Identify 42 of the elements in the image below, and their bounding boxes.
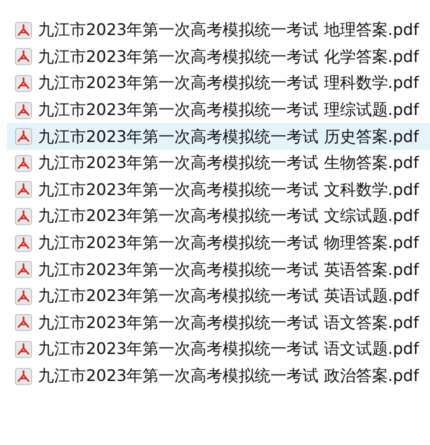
file-row[interactable]: 九江市2023年第一次高考模拟统一考试 英语试题.pdf bbox=[7, 282, 430, 310]
file-row[interactable]: 九江市2023年第一次高考模拟统一考试 政治答案.pdf bbox=[7, 362, 430, 390]
file-row[interactable]: 九江市2023年第一次高考模拟统一考试 理综试题.pdf bbox=[7, 96, 430, 124]
file-name: 九江市2023年第一次高考模拟统一考试 地理答案.pdf bbox=[38, 20, 419, 40]
file-name: 九江市2023年第一次高考模拟统一考试 化学答案.pdf bbox=[38, 46, 419, 67]
file-name: 九江市2023年第一次高考模拟统一考试 语文答案.pdf bbox=[38, 312, 419, 333]
file-row[interactable]: 九江市2023年第一次高考模拟统一考试 英语答案.pdf bbox=[7, 256, 430, 283]
pdf-icon bbox=[15, 368, 32, 385]
file-name: 九江市2023年第一次高考模拟统一考试 政治答案.pdf bbox=[38, 366, 419, 386]
file-name: 九江市2023年第一次高考模拟统一考试 物理答案.pdf bbox=[38, 233, 419, 254]
pdf-icon bbox=[15, 22, 32, 39]
pdf-icon bbox=[15, 314, 32, 332]
file-row[interactable]: 九江市2023年第一次高考模拟统一考试 理科数学.pdf bbox=[7, 70, 430, 97]
file-name: 九江市2023年第一次高考模拟统一考试 英语试题.pdf bbox=[38, 286, 419, 306]
file-row[interactable]: 九江市2023年第一次高考模拟统一考试 物理答案.pdf bbox=[7, 230, 430, 256]
file-name: 九江市2023年第一次高考模拟统一考试 生物答案.pdf bbox=[38, 153, 419, 174]
file-name: 九江市2023年第一次高考模拟统一考试 历史答案.pdf bbox=[38, 126, 419, 147]
pdf-icon bbox=[15, 261, 32, 278]
file-row[interactable]: 九江市2023年第一次高考模拟统一考试 地理答案.pdf bbox=[7, 17, 430, 44]
pdf-icon bbox=[15, 208, 32, 225]
pdf-icon bbox=[15, 288, 32, 305]
file-row[interactable]: 九江市2023年第一次高考模拟统一考试 语文试题.pdf bbox=[7, 336, 430, 363]
pdf-icon bbox=[15, 234, 32, 252]
file-name: 九江市2023年第一次高考模拟统一考试 语文试题.pdf bbox=[38, 339, 419, 360]
file-name: 九江市2023年第一次高考模拟统一考试 文科数学.pdf bbox=[38, 180, 419, 200]
file-name: 九江市2023年第一次高考模拟统一考试 文综试题.pdf bbox=[38, 206, 419, 226]
file-name: 九江市2023年第一次高考模拟统一考试 理综试题.pdf bbox=[38, 100, 419, 120]
file-row[interactable]: 九江市2023年第一次高考模拟统一考试 文科数学.pdf bbox=[7, 176, 430, 204]
pdf-icon bbox=[15, 181, 32, 198]
file-row[interactable]: 九江市2023年第一次高考模拟统一考试 生物答案.pdf bbox=[7, 150, 430, 177]
pdf-icon bbox=[15, 154, 32, 172]
pdf-icon bbox=[15, 74, 32, 92]
pdf-icon bbox=[15, 48, 32, 66]
file-name: 九江市2023年第一次高考模拟统一考试 英语答案.pdf bbox=[38, 260, 419, 280]
file-row[interactable]: 九江市2023年第一次高考模拟统一考试 化学答案.pdf bbox=[7, 44, 430, 70]
pdf-icon bbox=[15, 340, 32, 358]
pdf-icon bbox=[15, 102, 32, 119]
file-row[interactable]: 九江市2023年第一次高考模拟统一考试 历史答案.pdf bbox=[7, 123, 430, 150]
file-row[interactable]: 九江市2023年第一次高考模拟统一考试 文综试题.pdf bbox=[7, 203, 430, 230]
file-row[interactable]: 九江市2023年第一次高考模拟统一考试 语文答案.pdf bbox=[7, 310, 430, 336]
file-name: 九江市2023年第一次高考模拟统一考试 理科数学.pdf bbox=[38, 73, 419, 94]
pdf-icon bbox=[15, 128, 32, 146]
